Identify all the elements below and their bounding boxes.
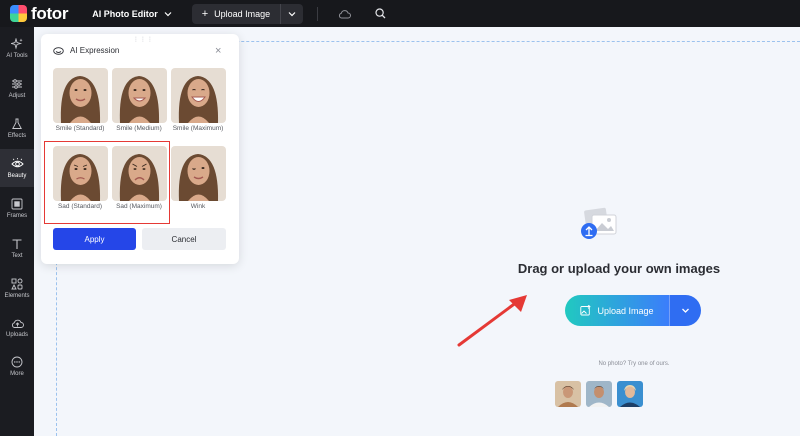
panel-title: AI Expression xyxy=(70,46,120,55)
expression-thumb-smile-maximum[interactable] xyxy=(171,68,226,123)
top-upload-group: + Upload Image xyxy=(191,3,304,24)
drag-handle[interactable]: ⋮⋮⋮ xyxy=(133,36,154,43)
sidebar-item-ai-tools[interactable]: AI Tools xyxy=(0,29,34,67)
sidebar-label: Beauty xyxy=(7,172,27,179)
shapes-icon xyxy=(11,278,23,289)
editor-select-label: AI Photo Editor xyxy=(92,8,158,19)
sliders-icon xyxy=(12,78,22,89)
sidebar-item-beauty[interactable]: Beauty xyxy=(0,149,34,187)
text-icon xyxy=(12,238,22,249)
sidebar-label: Elements xyxy=(4,292,30,299)
close-icon[interactable]: × xyxy=(215,46,221,57)
face-photo-image xyxy=(171,146,226,201)
fotor-logo-icon xyxy=(10,5,27,22)
face-photo-image xyxy=(171,68,226,123)
eye-icon xyxy=(10,157,24,167)
sidebar-item-text[interactable]: Text xyxy=(0,229,34,267)
top-divider xyxy=(317,6,319,21)
highlight-box xyxy=(44,141,170,224)
sidebar-label: Text xyxy=(11,252,23,259)
editor-select[interactable]: AI Photo Editor xyxy=(92,9,172,19)
sidebar-item-effects[interactable]: Effects xyxy=(0,109,34,147)
no-photo-text: No photo? Try one of ours. xyxy=(598,361,670,367)
sample-photo[interactable] xyxy=(586,381,612,407)
search-icon[interactable] xyxy=(375,8,386,19)
expression-label: Smile (Medium) xyxy=(116,125,162,132)
expression-label: Smile (Maximum) xyxy=(172,125,224,132)
sidebar-item-frames[interactable]: Frames xyxy=(0,189,34,227)
frame-icon xyxy=(11,198,23,209)
cancel-button[interactable]: Cancel xyxy=(142,228,226,250)
top-upload-dropdown[interactable] xyxy=(281,4,303,24)
chevron-down-icon xyxy=(164,11,172,16)
sidebar-item-adjust[interactable]: Adjust xyxy=(0,69,34,107)
more-icon xyxy=(11,356,23,367)
expression-thumb-smile-medium[interactable] xyxy=(112,68,167,123)
sidebar-label: Effects xyxy=(7,132,27,139)
sidebar-item-elements[interactable]: Elements xyxy=(0,269,34,307)
sidebar-label: More xyxy=(10,370,24,377)
canvas-upload-label: Upload Image xyxy=(597,305,654,316)
sidebar-label: AI Tools xyxy=(6,52,28,59)
image-upload-icon xyxy=(580,305,592,316)
sidebar-item-more[interactable]: More xyxy=(0,347,34,385)
sample-photo[interactable] xyxy=(617,381,643,407)
flask-icon xyxy=(12,118,22,129)
chevron-down-icon xyxy=(288,11,296,16)
apply-button[interactable]: Apply xyxy=(53,228,136,250)
sample-photo-image xyxy=(586,381,612,407)
panel-header: AI Expression xyxy=(53,46,119,55)
top-upload-button[interactable]: + Upload Image xyxy=(192,3,282,24)
cloud-upload-icon xyxy=(11,319,24,328)
sample-photo-image xyxy=(555,381,581,407)
canvas-upload-dropdown[interactable] xyxy=(669,295,701,326)
expression-thumb-wink[interactable] xyxy=(171,146,226,201)
expression-label: Wink xyxy=(190,203,206,210)
face-photo-image xyxy=(53,68,108,123)
fotor-logo[interactable]: fotor xyxy=(10,3,69,24)
expression-thumb-smile-standard[interactable] xyxy=(53,68,108,123)
sample-photo[interactable] xyxy=(555,381,581,407)
drop-title: Drag or upload your own images xyxy=(517,261,721,276)
top-upload-label: Upload Image xyxy=(214,8,271,19)
sidebar-label: Adjust xyxy=(8,92,26,99)
expression-icon xyxy=(53,46,64,55)
sidebar-item-uploads[interactable]: Uploads xyxy=(0,309,34,347)
canvas-upload-button[interactable]: Upload Image xyxy=(565,295,669,326)
sidebar-label: Frames xyxy=(6,212,28,219)
sample-photo-image xyxy=(617,381,643,407)
sidebar-label: Uploads xyxy=(5,332,28,338)
cloud-icon[interactable] xyxy=(338,9,352,19)
annotation-arrow xyxy=(457,295,527,347)
left-sidebar: AI Tools Adjust Effects Beauty Frames Te… xyxy=(0,27,34,436)
upload-illustration-icon xyxy=(581,207,617,239)
logo-text: fotor xyxy=(31,3,69,23)
sparkle-icon xyxy=(11,37,23,50)
canvas-upload-group: Upload Image xyxy=(565,295,701,326)
plus-icon: + xyxy=(201,7,209,20)
face-photo-image xyxy=(112,68,167,123)
chevron-down-icon xyxy=(682,308,689,313)
top-bar: fotor AI Photo Editor + Upload Image xyxy=(0,0,800,27)
expression-label: Smile (Standard) xyxy=(55,125,105,132)
